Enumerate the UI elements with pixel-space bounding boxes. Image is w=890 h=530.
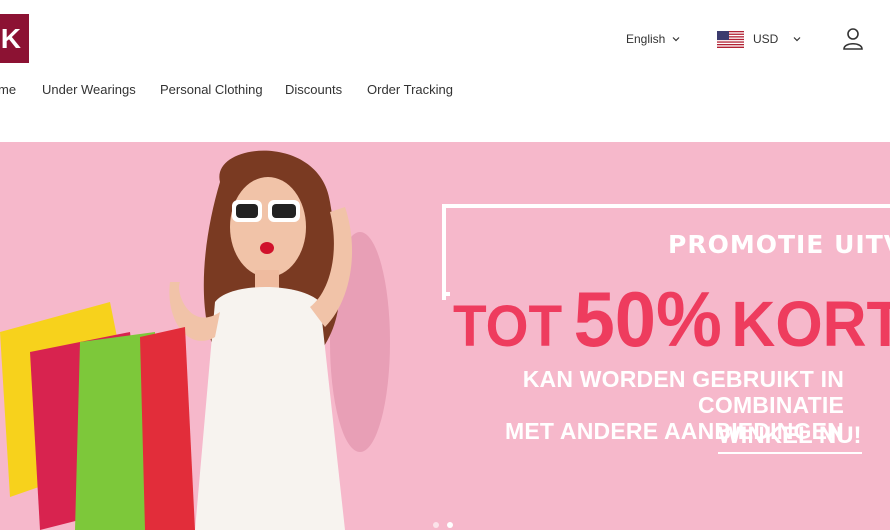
brand-logo-text: K xyxy=(0,22,21,54)
promo-kortin: KORTIN xyxy=(731,288,890,360)
hero-banner[interactable]: PROMOTIE UITVERKO TOT50%KORTIN KAN WORDE… xyxy=(0,142,890,530)
nav-item-home[interactable]: me xyxy=(0,82,16,97)
chevron-down-icon xyxy=(793,37,801,42)
shop-now-link[interactable]: WINKEL NU! xyxy=(718,422,862,454)
user-icon[interactable] xyxy=(840,26,866,52)
promo-discount: TOT50%KORTIN xyxy=(453,274,890,365)
carousel-dots[interactable] xyxy=(430,520,460,530)
shopping-woman-image xyxy=(0,150,390,530)
nav-item-discounts[interactable]: Discounts xyxy=(285,82,342,97)
us-flag-icon xyxy=(717,30,744,48)
promo-tot: TOT xyxy=(453,294,563,359)
language-selector[interactable]: English xyxy=(626,28,681,50)
currency-label: USD xyxy=(753,32,779,46)
site-header: K English USD me Under Wearings Personal… xyxy=(0,0,890,142)
promo-frame-corner xyxy=(442,292,450,296)
promo-subtext-line1: KAN WORDEN GEBRUIKT IN COMBINATIE xyxy=(522,366,844,418)
promo-headline: PROMOTIE UITVERKO xyxy=(668,230,890,259)
nav-item-personal-clothing[interactable]: Personal Clothing xyxy=(160,82,263,97)
language-label: English xyxy=(626,32,666,46)
currency-selector[interactable]: USD xyxy=(717,28,802,50)
chevron-down-icon xyxy=(672,37,680,42)
promo-percent: 50% xyxy=(573,275,722,363)
brand-logo[interactable]: K xyxy=(0,14,29,63)
nav-item-under-wearings[interactable]: Under Wearings xyxy=(42,82,136,97)
nav-item-order-tracking[interactable]: Order Tracking xyxy=(367,82,453,97)
